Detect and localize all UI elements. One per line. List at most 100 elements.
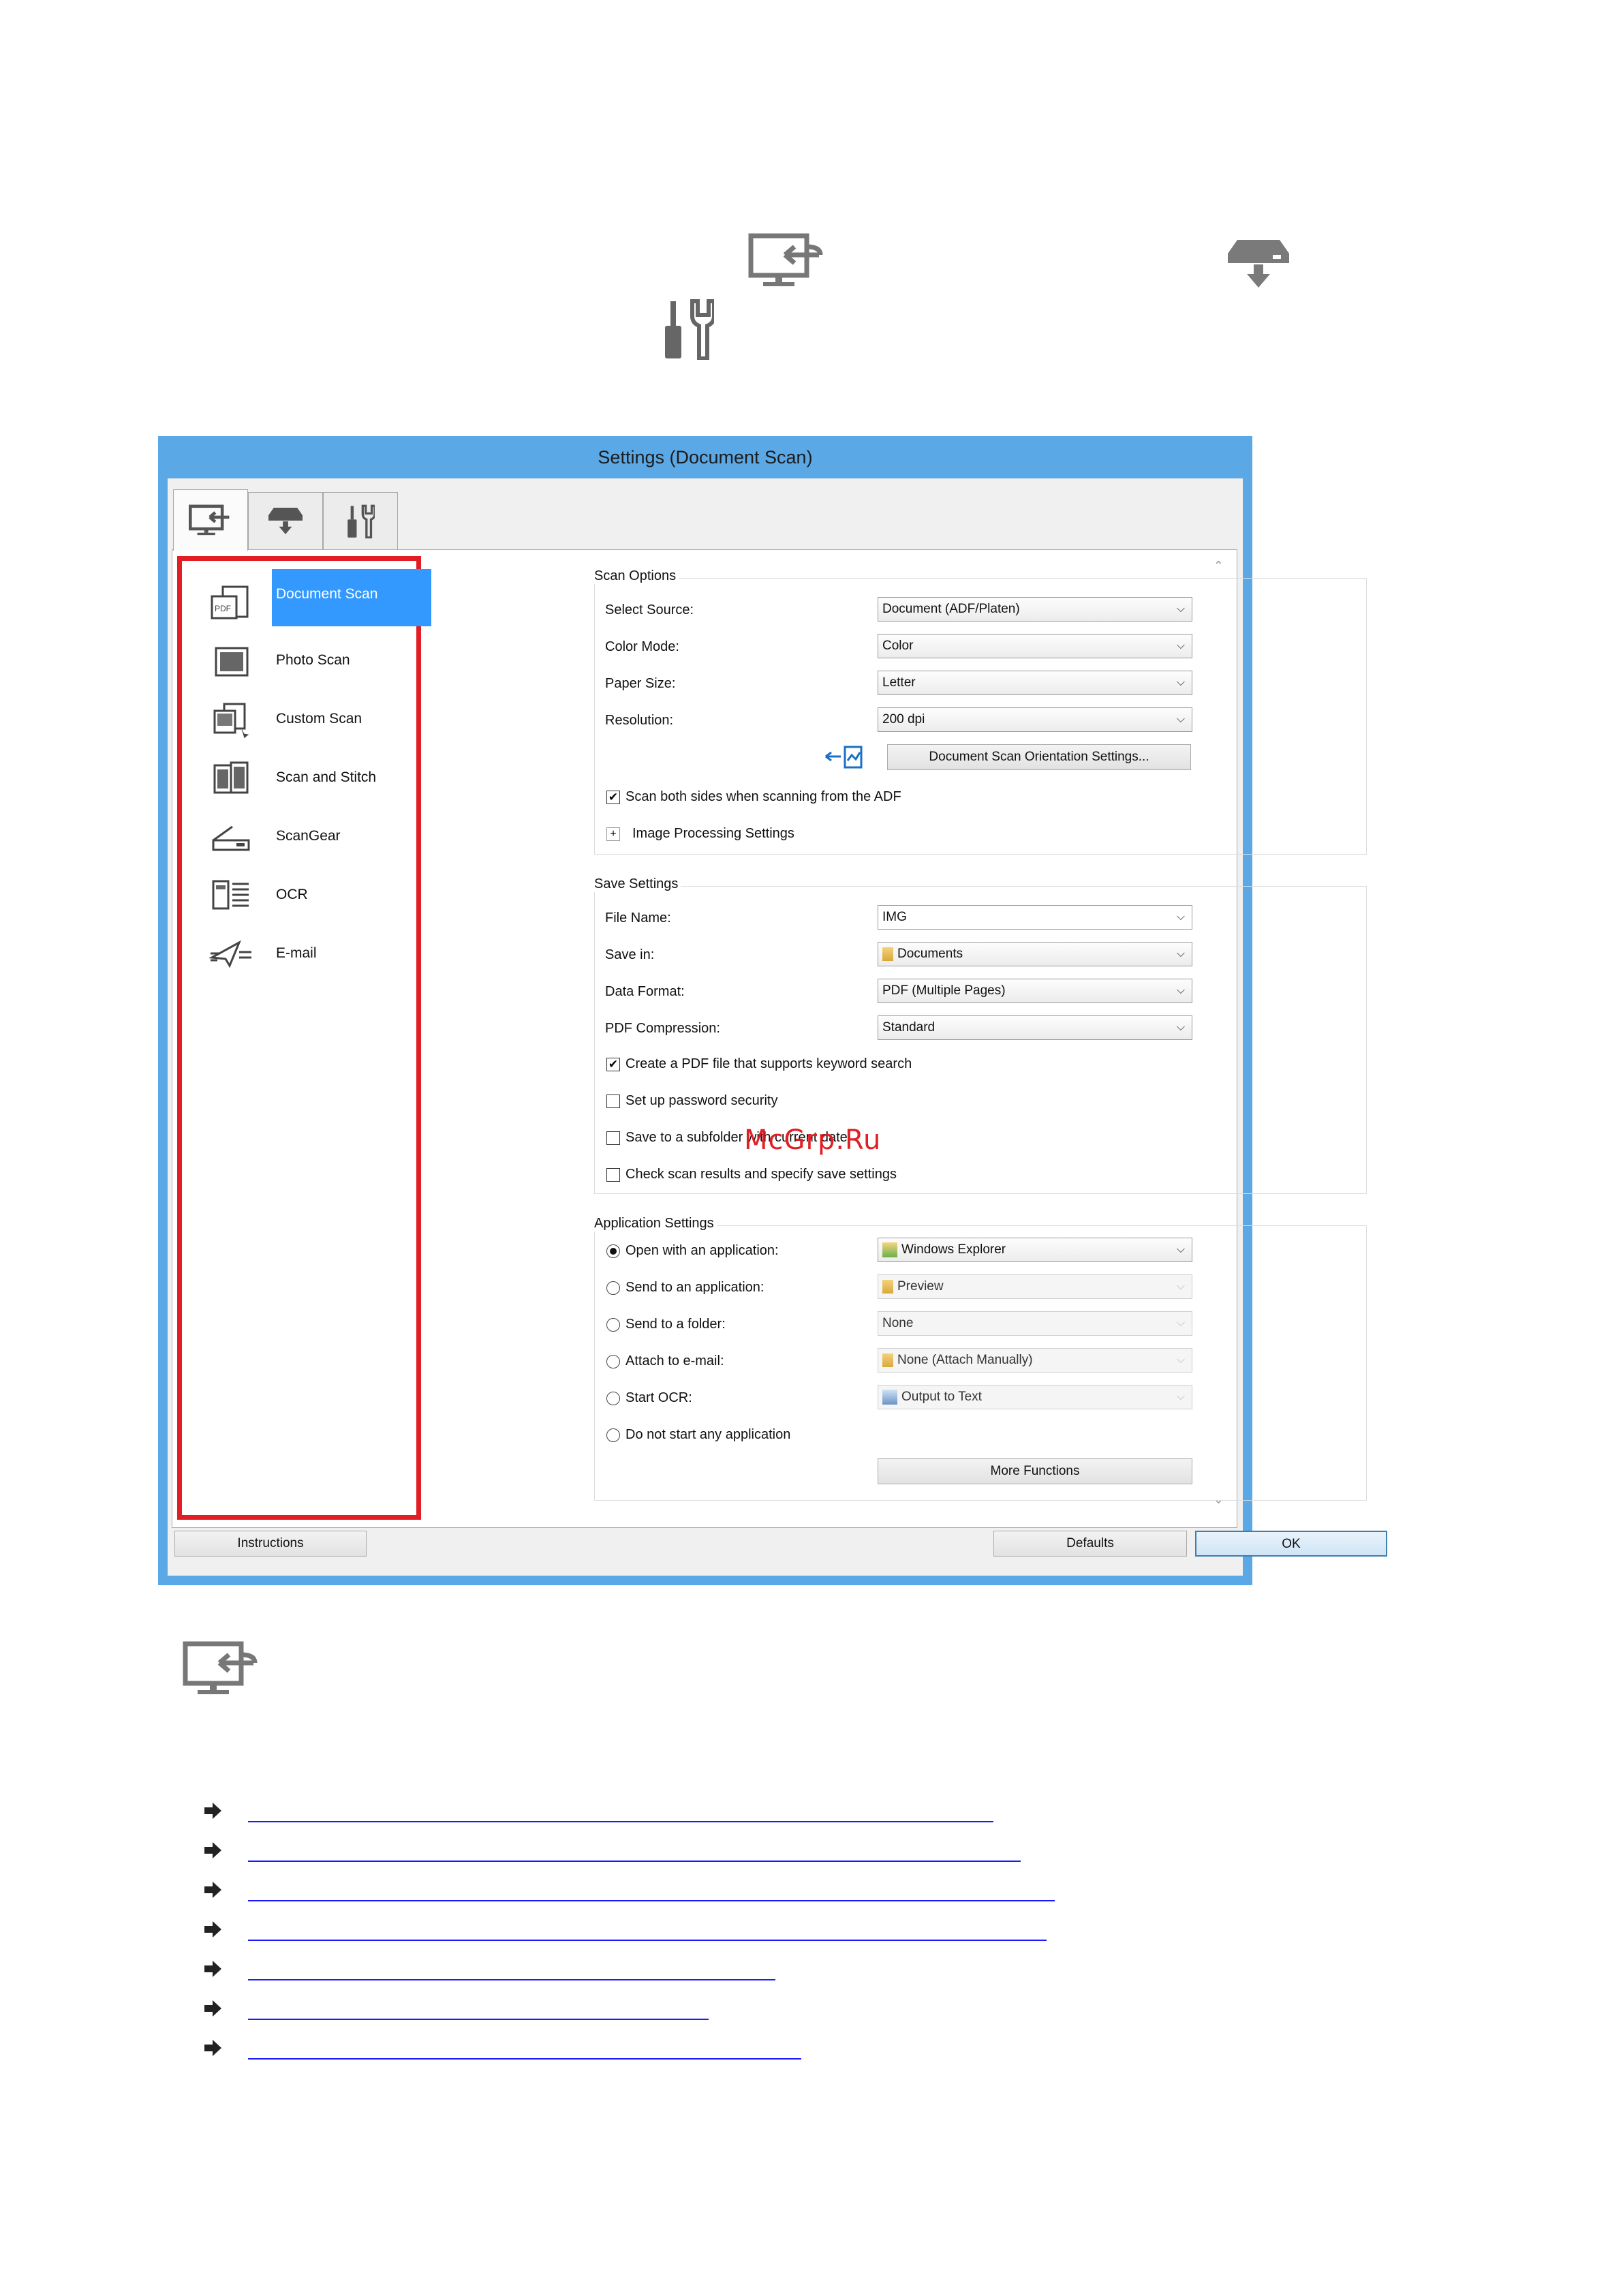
- check-results-label: Check scan results and specify save sett…: [625, 1167, 897, 1182]
- save-in-label: Save in:: [605, 947, 655, 962]
- attach-email-dropdown[interactable]: None (Attach Manually) ⌵: [878, 1348, 1192, 1373]
- image-processing-label: Image Processing Settings: [632, 826, 794, 841]
- chevron-down-icon: ⌵: [1176, 714, 1185, 725]
- data-format-label: Data Format:: [605, 984, 685, 999]
- image-processing-expand-button[interactable]: +: [606, 827, 620, 841]
- nav-item-label: ScanGear: [276, 828, 341, 844]
- output-to-text-icon: [882, 1389, 897, 1405]
- check-results-checkbox[interactable]: [606, 1168, 620, 1182]
- subfolder-checkbox[interactable]: [606, 1131, 620, 1145]
- send-to-app-dropdown[interactable]: Preview ⌵: [878, 1274, 1192, 1299]
- attach-email-label: Attach to e-mail:: [625, 1353, 724, 1368]
- orientation-icon: [825, 746, 863, 769]
- tab-scan-from-operation-panel[interactable]: [248, 492, 323, 549]
- chevron-down-icon: ⌵: [1176, 1354, 1185, 1366]
- chevron-down-icon: ⌵: [1176, 1281, 1185, 1292]
- send-to-app-radio[interactable]: [606, 1281, 620, 1295]
- link-row[interactable]: [203, 1837, 1021, 1865]
- nav-item-label: Photo Scan: [276, 652, 350, 668]
- nav-item-label: Custom Scan: [276, 711, 362, 726]
- chevron-down-icon: ⌵: [1176, 911, 1185, 923]
- scan-from-computer-icon: [183, 1641, 259, 1697]
- nav-item-custom-scan[interactable]: Custom Scan: [189, 699, 414, 739]
- link-row[interactable]: [203, 1916, 1048, 1944]
- chevron-down-icon: ⌵: [1176, 677, 1185, 688]
- svg-text:PDF: PDF: [215, 604, 231, 613]
- nav-item-document-scan[interactable]: PDF Document Scan: [189, 569, 431, 626]
- chevron-down-icon: ⌵: [1176, 985, 1185, 996]
- link-text[interactable]: [248, 1956, 775, 1980]
- link-row[interactable]: [203, 1798, 993, 1825]
- nav-item-label: OCR: [276, 887, 308, 902]
- scroll-up-arrow[interactable]: ⌃: [1214, 559, 1224, 573]
- data-format-dropdown[interactable]: PDF (Multiple Pages) ⌵: [878, 979, 1192, 1003]
- link-text[interactable]: [248, 2035, 801, 2060]
- chevron-down-icon: ⌵: [1176, 1244, 1185, 1255]
- select-source-dropdown[interactable]: Document (ADF/Platen) ⌵: [878, 597, 1192, 622]
- dialog-client-area: PDF Document Scan Photo Scan Custom Scan…: [168, 478, 1387, 1576]
- pdf-compression-dropdown[interactable]: Standard ⌵: [878, 1015, 1192, 1040]
- link-row[interactable]: [203, 2035, 803, 2062]
- open-with-app-dropdown[interactable]: Windows Explorer ⌵: [878, 1238, 1192, 1262]
- send-to-folder-radio[interactable]: [606, 1318, 620, 1332]
- link-row[interactable]: [203, 1877, 1055, 1904]
- nav-item-scangear[interactable]: ScanGear: [189, 816, 414, 857]
- link-text[interactable]: [248, 1916, 1047, 1941]
- defaults-button[interactable]: Defaults: [993, 1531, 1187, 1557]
- nav-item-email[interactable]: E-mail: [189, 933, 414, 974]
- do-not-start-radio[interactable]: [606, 1428, 620, 1442]
- arrow-right-icon: [204, 1842, 221, 1858]
- orientation-settings-button[interactable]: Document Scan Orientation Settings...: [887, 744, 1191, 770]
- send-to-folder-dropdown[interactable]: None ⌵: [878, 1311, 1192, 1336]
- nav-item-label: Scan and Stitch: [276, 769, 377, 785]
- tab-general-settings[interactable]: [323, 492, 398, 549]
- password-security-checkbox[interactable]: [606, 1095, 620, 1108]
- arrow-right-icon: [204, 1921, 221, 1938]
- link-text[interactable]: [248, 1877, 1055, 1901]
- arrow-right-icon: [204, 2040, 221, 2056]
- scan-and-stitch-icon: [213, 761, 249, 794]
- dialog-title: Settings (Document Scan): [598, 447, 813, 468]
- save-in-dropdown[interactable]: Documents ⌵: [878, 942, 1192, 966]
- chevron-down-icon: ⌵: [1176, 948, 1185, 960]
- link-text[interactable]: [248, 1995, 709, 2020]
- select-source-label: Select Source:: [605, 602, 694, 617]
- chevron-down-icon: ⌵: [1176, 603, 1185, 615]
- custom-scan-icon: [213, 703, 249, 738]
- photo-scan-icon: [215, 647, 249, 677]
- file-name-combobox[interactable]: IMG ⌵: [878, 905, 1192, 930]
- scan-both-sides-checkbox[interactable]: ✔: [606, 791, 620, 804]
- chevron-down-icon: ⌵: [1176, 640, 1185, 652]
- email-icon: [209, 940, 251, 968]
- nav-item-scan-and-stitch[interactable]: Scan and Stitch: [189, 757, 414, 798]
- start-ocr-dropdown[interactable]: Output to Text ⌵: [878, 1385, 1192, 1409]
- color-mode-dropdown[interactable]: Color ⌵: [878, 634, 1192, 658]
- scan-from-operation-panel-icon: [1228, 240, 1289, 289]
- start-ocr-radio[interactable]: [606, 1392, 620, 1405]
- watermark-text: McGrp.Ru: [744, 1124, 882, 1156]
- link-row[interactable]: [203, 1995, 710, 2023]
- link-row[interactable]: [203, 1956, 775, 1983]
- ok-button[interactable]: OK: [1195, 1531, 1387, 1557]
- more-functions-button[interactable]: More Functions: [878, 1458, 1192, 1484]
- scan-from-operation-panel-icon: [268, 507, 303, 534]
- folder-icon: [882, 1353, 893, 1367]
- link-text[interactable]: [248, 1837, 1021, 1862]
- scangear-icon: [212, 825, 250, 851]
- nav-item-photo-scan[interactable]: Photo Scan: [189, 640, 414, 681]
- send-to-app-label: Send to an application:: [625, 1280, 764, 1295]
- save-settings-title: Save Settings: [591, 876, 681, 892]
- nav-item-ocr[interactable]: OCR: [189, 874, 414, 915]
- open-with-app-radio[interactable]: [606, 1244, 620, 1258]
- scan-options-title: Scan Options: [591, 568, 679, 584]
- link-text[interactable]: [248, 1798, 993, 1822]
- paper-size-dropdown[interactable]: Letter ⌵: [878, 671, 1192, 695]
- tab-scan-from-computer[interactable]: [173, 489, 248, 551]
- scan-from-computer-icon: [748, 233, 824, 289]
- attach-email-radio[interactable]: [606, 1355, 620, 1368]
- resolution-dropdown[interactable]: 200 dpi ⌵: [878, 707, 1192, 732]
- instructions-button[interactable]: Instructions: [174, 1531, 367, 1557]
- windows-explorer-icon: [882, 1242, 897, 1257]
- create-pdf-checkbox[interactable]: ✔: [606, 1058, 620, 1071]
- application-settings-title: Application Settings: [591, 1216, 717, 1231]
